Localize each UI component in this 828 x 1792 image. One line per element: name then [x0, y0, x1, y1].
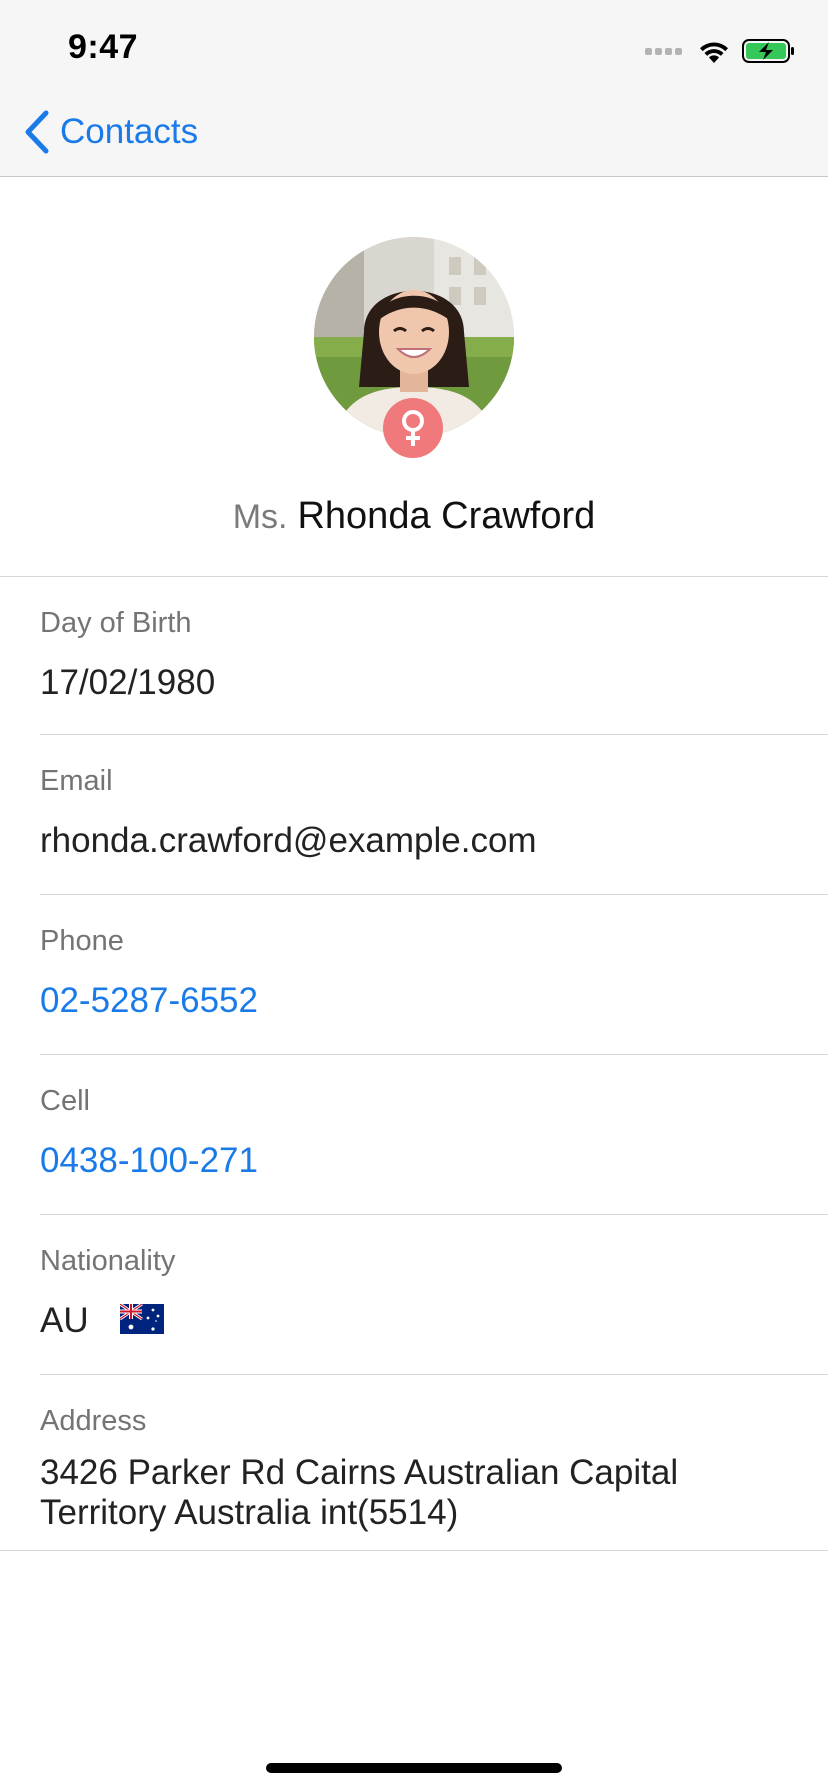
- phone-link[interactable]: 02-5287-6552: [40, 981, 258, 1021]
- address-value: 3426 Parker Rd Cairns Australian Capital…: [40, 1453, 679, 1532]
- birth-value: 17/02/1980: [40, 663, 216, 702]
- female-symbol-icon: [402, 410, 424, 446]
- cell-label: Cell: [40, 1085, 90, 1117]
- cell-link[interactable]: 0438-100-271: [40, 1141, 258, 1181]
- australia-flag-icon: [120, 1304, 165, 1334]
- gender-badge: [383, 398, 443, 458]
- name-title: Ms.: [232, 498, 288, 536]
- email-value: rhonda.crawford@example.com: [40, 821, 537, 860]
- birth-row: Day of Birth 17/02/1980: [40, 577, 828, 735]
- home-indicator[interactable]: [266, 1763, 562, 1773]
- back-button[interactable]: Contacts: [24, 108, 198, 156]
- phone-label: Phone: [40, 925, 124, 957]
- status-time: 9:47: [68, 28, 139, 66]
- battery-charging-icon: [742, 39, 794, 63]
- wifi-icon: [700, 42, 728, 63]
- cell-row: Cell 0438-100-271: [40, 1055, 828, 1215]
- cellular-signal-icon: [645, 47, 682, 55]
- email-row: Email rhonda.crawford@example.com: [40, 735, 828, 895]
- email-label: Email: [40, 765, 113, 797]
- back-button-label: Contacts: [60, 112, 199, 151]
- nationality-label: Nationality: [40, 1245, 176, 1277]
- nationality-code: AU: [40, 1301, 89, 1340]
- profile-header: Ms. Rhonda Crawford: [0, 177, 828, 577]
- birth-label: Day of Birth: [40, 607, 192, 639]
- nationality-value: AU: [40, 1301, 165, 1341]
- nationality-row: Nationality AU: [40, 1215, 828, 1375]
- status-icons: [645, 36, 796, 66]
- chevron-left-icon: [25, 110, 49, 154]
- address-row: Address 3426 Parker Rd Cairns Australian…: [0, 1375, 828, 1551]
- top-bar: 9:47 Contacts: [0, 0, 828, 177]
- phone-row: Phone 02-5287-6552: [40, 895, 828, 1055]
- name-text: Rhonda Crawford: [297, 495, 596, 537]
- contact-name: Ms. Rhonda Crawford: [0, 495, 828, 538]
- details-list: Day of Birth 17/02/1980 Email rhonda.cra…: [0, 577, 828, 1551]
- address-label: Address: [40, 1405, 147, 1437]
